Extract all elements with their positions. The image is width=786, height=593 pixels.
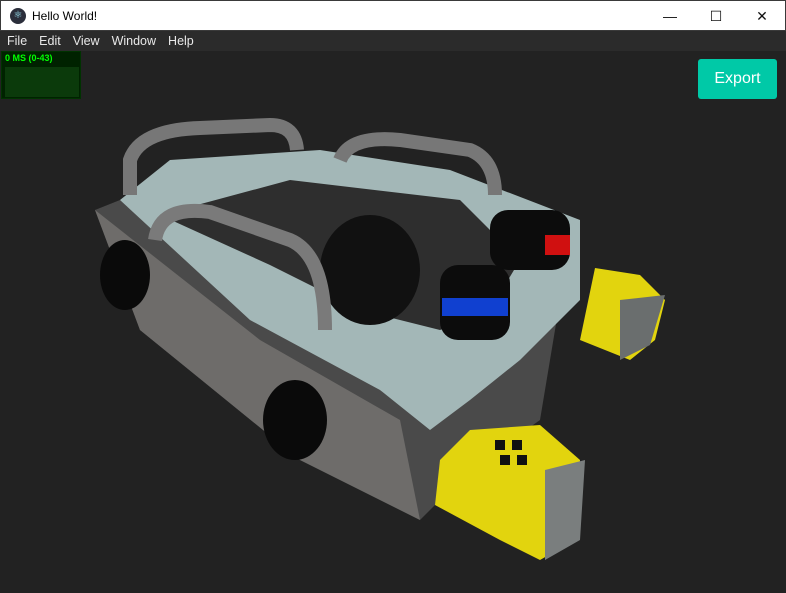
window-title: Hello World!	[32, 8, 98, 23]
wheel	[320, 215, 420, 325]
cap-blue-band	[442, 298, 508, 316]
minimize-button[interactable]: —	[647, 1, 693, 31]
menu-help[interactable]: Help	[168, 34, 194, 48]
robot-model[interactable]	[0, 51, 786, 593]
close-button[interactable]: ✕	[739, 1, 785, 31]
export-button[interactable]: Export	[698, 59, 777, 99]
fps-stats-panel[interactable]: 0 MS (0-43)	[1, 51, 81, 99]
stats-label: 0 MS (0-43)	[5, 53, 53, 63]
stats-graph	[5, 67, 79, 97]
cap-red-band	[545, 235, 570, 255]
yellow-pod-front-end	[545, 460, 585, 560]
maximize-button[interactable]: ☐	[693, 1, 739, 31]
wheel-left	[100, 240, 150, 310]
menu-edit[interactable]: Edit	[39, 34, 61, 48]
menu-window[interactable]: Window	[112, 34, 156, 48]
menu-view[interactable]: View	[73, 34, 100, 48]
menu-bar: File Edit View Window Help	[0, 31, 786, 51]
wheel-front	[263, 380, 327, 460]
yellow-pod-right-end	[620, 295, 665, 360]
electron-app-icon: ⚛	[10, 7, 26, 24]
title-bar: ⚛ Hello World! — ☐ ✕	[0, 0, 786, 31]
menu-file[interactable]: File	[7, 34, 27, 48]
